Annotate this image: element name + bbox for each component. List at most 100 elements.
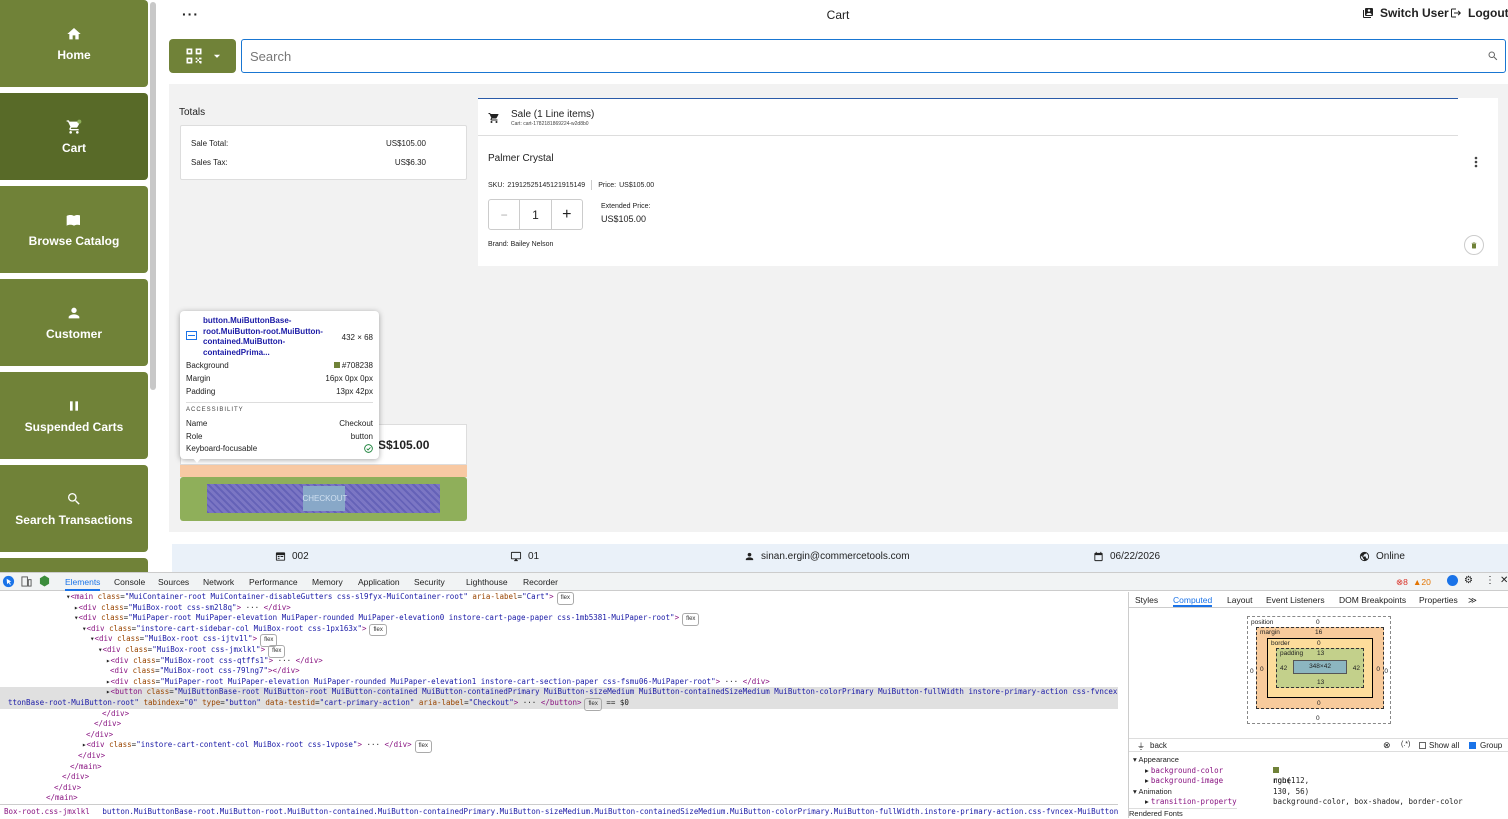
inspect-element-icon[interactable]: [2, 575, 15, 588]
decrease-quantity-button[interactable]: −: [489, 200, 519, 229]
top-bar: ··· Cart Switch User Logout: [156, 0, 1508, 30]
issues-icon[interactable]: [1447, 575, 1458, 586]
tab-properties[interactable]: Properties: [1419, 595, 1458, 605]
dom-node[interactable]: <div class="MuiBox-root css-79lng7"></di…: [0, 666, 1118, 677]
device-toolbar-icon[interactable]: [21, 576, 32, 587]
extension-icon[interactable]: [39, 575, 50, 587]
computed-prop-row[interactable]: ▸ background-imagenone: [1133, 776, 1237, 787]
warning-count[interactable]: ▲20: [1413, 577, 1431, 587]
tooltip-name-row: Name Checkout: [186, 419, 373, 428]
close-icon[interactable]: ✕: [1500, 575, 1508, 586]
dom-node[interactable]: ▸<div class="instore-cart-content-col Mu…: [0, 740, 1118, 751]
tab-memory[interactable]: Memory: [312, 577, 343, 587]
padding-box: padding 13 42 42 13 348×42: [1276, 648, 1364, 688]
dom-node-selected[interactable]: ▸<button class="MuiButtonBase-root MuiBu…: [0, 687, 1118, 698]
book-icon: [66, 212, 82, 228]
search-field[interactable]: [241, 39, 1506, 73]
switch-user-button[interactable]: Switch User: [1362, 6, 1449, 20]
tab-console[interactable]: Console: [114, 577, 145, 587]
tooltip-size: 432 × 68: [342, 333, 373, 342]
dom-node[interactable]: </div>: [0, 772, 1118, 783]
checkout-button[interactable]: CHECKOUT: [180, 477, 467, 521]
remove-item-button[interactable]: [1464, 235, 1484, 255]
name-value: Checkout: [339, 419, 373, 428]
tab-dom-breakpoints[interactable]: DOM Breakpoints: [1339, 595, 1406, 605]
trash-icon: [1470, 241, 1478, 250]
quantity-stepper: − 1 +: [488, 199, 583, 230]
barcode-scanner-button[interactable]: [169, 39, 236, 73]
focusable-label: Keyboard-focusable: [186, 444, 257, 453]
dom-node[interactable]: </div>: [0, 783, 1118, 794]
dom-node[interactable]: </main>: [0, 762, 1118, 773]
increase-quantity-button[interactable]: +: [552, 200, 582, 229]
sidebar-item-search-transactions[interactable]: Search Transactions: [0, 465, 148, 552]
sidebar-item-browse-catalog[interactable]: Browse Catalog: [0, 186, 148, 273]
filter-input[interactable]: back: [1150, 741, 1167, 750]
sidebar-item-more[interactable]: [0, 558, 148, 572]
breadcrumb-item[interactable]: Box-root.css-jmxlkl: [4, 807, 90, 816]
dom-node[interactable]: ▾<div class="MuiBox-root css-jmxlkl">fle…: [0, 645, 1118, 656]
sidebar-scrollbar[interactable]: [150, 2, 156, 390]
dom-node[interactable]: ▾<div class="MuiBox-root css-ijtv1l">fle…: [0, 634, 1118, 645]
devtools-panel: Elements Console Sources Network Perform…: [0, 572, 1508, 817]
switch-user-label: Switch User: [1380, 6, 1449, 20]
error-count[interactable]: ⊗8: [1396, 577, 1408, 588]
dom-tree[interactable]: ▾<main class="MuiContainer-root MuiConta…: [0, 592, 1118, 804]
regex-icon[interactable]: (.*): [1401, 741, 1410, 748]
sidebar-item-customer[interactable]: Customer: [0, 279, 148, 366]
dom-node[interactable]: ▸<div class="MuiBox-root css-sm2l8q"> ··…: [0, 603, 1118, 614]
tab-elements[interactable]: Elements: [65, 577, 100, 591]
dom-node[interactable]: </div>: [0, 709, 1118, 720]
tab-styles[interactable]: Styles: [1135, 595, 1158, 605]
show-all-checkbox[interactable]: [1419, 742, 1426, 749]
computed-prop-row[interactable]: ▸ transition-propertybackground-color, b…: [1133, 797, 1237, 808]
appearance-group[interactable]: ▾ Appearance: [1133, 755, 1237, 766]
animation-group[interactable]: ▾ Animation: [1133, 787, 1237, 798]
tab-layout[interactable]: Layout: [1227, 595, 1253, 605]
padding-value: 13px 42px: [336, 387, 373, 396]
tooltip-role-row: Role button: [186, 432, 373, 441]
inspect-tooltip: button.MuiButtonBase-root.MuiButton-root…: [180, 311, 379, 459]
computed-prop-row[interactable]: ▸ background-colorrgb(112, 130, 56): [1133, 766, 1237, 777]
dom-node[interactable]: </div>: [0, 730, 1118, 741]
sidebar-item-cart[interactable]: Cart: [0, 93, 148, 180]
breadcrumb-current[interactable]: button.MuiButtonBase-root.MuiButton-root…: [102, 807, 1118, 816]
settings-icon[interactable]: ⚙: [1464, 575, 1473, 586]
dom-node[interactable]: </div>: [0, 751, 1118, 762]
more-vert-icon[interactable]: ⋮: [1485, 575, 1495, 586]
padding-bottom-value: 13: [1317, 679, 1324, 686]
tab-recorder[interactable]: Recorder: [523, 577, 558, 587]
tab-application[interactable]: Application: [358, 577, 400, 587]
sidebar-item-suspended-carts[interactable]: Suspended Carts: [0, 372, 148, 459]
tab-security[interactable]: Security: [414, 577, 445, 587]
group-checkbox[interactable]: [1469, 742, 1476, 749]
tab-computed[interactable]: Computed: [1173, 595, 1212, 607]
more-tabs-icon[interactable]: ≫: [1468, 595, 1477, 606]
tab-performance[interactable]: Performance: [249, 577, 298, 587]
dom-node[interactable]: </main>: [0, 793, 1118, 804]
quantity-value[interactable]: 1: [519, 200, 551, 229]
sidebar-item-home[interactable]: Home: [0, 0, 148, 87]
clear-filter-icon[interactable]: ⊗: [1383, 740, 1391, 751]
more-vert-icon[interactable]: [1474, 156, 1478, 168]
search-icon[interactable]: [1487, 50, 1499, 62]
sales-tax-row: Sales Tax: US$6.30: [191, 158, 426, 167]
tab-lighthouse[interactable]: Lighthouse: [466, 577, 508, 587]
dom-node[interactable]: ▸<div class="MuiBox-root css-qtffs1"> ··…: [0, 656, 1118, 667]
tab-sources[interactable]: Sources: [158, 577, 189, 587]
dom-node[interactable]: </div>: [0, 719, 1118, 730]
tab-event-listeners[interactable]: Event Listeners: [1266, 595, 1325, 605]
dom-node[interactable]: ▾<div class="instore-cart-sidebar-col Mu…: [0, 624, 1118, 635]
logout-button[interactable]: Logout: [1450, 6, 1508, 20]
dom-node[interactable]: ▸<div class="MuiPaper-root MuiPaper-elev…: [0, 677, 1118, 688]
color-swatch: [1273, 767, 1279, 773]
prop-value: background-color, box-shadow, border-col…: [1273, 797, 1463, 808]
padding-right-value: 42: [1353, 665, 1360, 672]
rendered-fonts-heading: Rendered Fonts: [1129, 808, 1237, 819]
search-input[interactable]: [250, 49, 1442, 64]
tab-network[interactable]: Network: [203, 577, 234, 587]
outer-left-value: 0: [1250, 668, 1254, 675]
dom-node[interactable]: ▾<div class="MuiPaper-root MuiPaper-elev…: [0, 613, 1118, 624]
dom-node[interactable]: ▾<main class="MuiContainer-root MuiConta…: [0, 592, 1118, 603]
dom-node-selected-cont[interactable]: ttonBase-root-MuiButton-root" tabindex="…: [0, 698, 1118, 709]
